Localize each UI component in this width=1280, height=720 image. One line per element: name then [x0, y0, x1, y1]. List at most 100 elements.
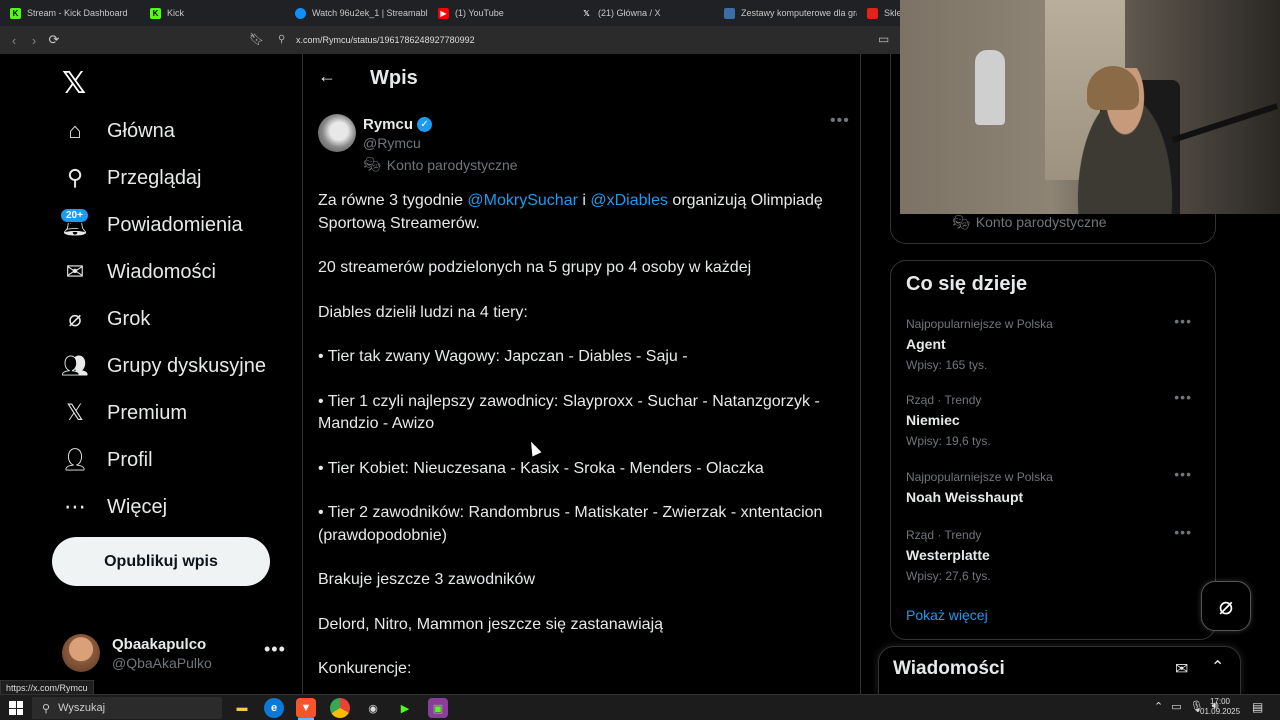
browser-tab[interactable]: ▶ (1) YouTube [428, 0, 571, 26]
sidebar-item-messages[interactable]: ✉ Wiadomości [62, 252, 216, 292]
sidebar-item-premium[interactable]: 𝕏 Premium [62, 393, 187, 433]
tweet-paragraph: Diables dzielił ludzi na 4 tiery: [318, 303, 528, 321]
mask-icon: 🎭︎ [363, 156, 381, 172]
youtube-icon: ▶ [438, 7, 449, 19]
more-dots-icon[interactable]: ••• [1174, 466, 1192, 482]
sidebar-item-grok[interactable]: ⌀ Grok [62, 299, 150, 339]
webcam-overlay [900, 0, 1280, 214]
x-logo-icon[interactable]: 𝕏 [62, 66, 86, 101]
trend-item[interactable]: Najpopularniejsze w Polska Agent Wpisy: … [906, 313, 1206, 372]
grok-icon: ⌀ [68, 306, 82, 331]
more-dots-icon[interactable]: ••• [264, 639, 286, 660]
back-arrow-icon[interactable]: ‹ [4, 30, 24, 50]
mention-link[interactable]: @MokrySuchar [467, 192, 578, 209]
taskbar-clock[interactable]: 17:00 01.09.2025 [1200, 697, 1240, 717]
tweet-paragraph: • Tier tak zwany Wagowy: Japczan - Diabl… [318, 348, 688, 365]
shop-icon [724, 7, 735, 19]
trend-item[interactable]: Rząd · Trendy Niemiec Wpisy: 19,6 tys. •… [906, 389, 1206, 448]
taskbar: ⚲ Wyszukaj ▬ e ▼ ◉ ▶ ▣ ⌃ ▭ 🎙︎ 🔊︎ 17:00 0… [0, 694, 1280, 720]
bookmark-icon[interactable]: 🔖︎ [249, 32, 264, 46]
file-explorer-icon[interactable]: ▬ [232, 698, 252, 718]
app-icon[interactable]: ▣ [428, 698, 448, 718]
grok-button[interactable]: ⌀ [1201, 581, 1251, 631]
mail-icon: ✉ [65, 259, 85, 284]
mention-link[interactable]: @xDiables [590, 192, 668, 209]
kick-icon[interactable]: ▶ [395, 698, 415, 718]
sidebar-item-home[interactable]: ⌂ Główna [62, 111, 174, 151]
trend-item[interactable]: Rząd · Trendy Westerplatte Wpisy: 27,6 t… [906, 524, 1206, 583]
picture-in-picture-icon[interactable]: ▭ [878, 32, 889, 46]
sidebar-item-profile[interactable]: 👤︎ Profil [61, 440, 153, 480]
x-icon: 𝕏 [583, 8, 590, 18]
site-info-icon[interactable]: ⚲ [278, 34, 285, 45]
sidebar-item-notifications[interactable]: 🔔︎ Powiadomienia [61, 205, 243, 245]
chevron-up-icon[interactable]: ⌃ [1211, 657, 1224, 677]
kick-icon: K [10, 7, 21, 19]
sidebar-item-more[interactable]: ⋯ Więcej [62, 487, 167, 527]
more-dots-icon[interactable]: ••• [1174, 524, 1192, 540]
url-field[interactable]: x.com/Rymcu/status/1961786248927780992 [296, 35, 475, 45]
show-more-link[interactable]: Pokaż więcej [906, 607, 988, 623]
chevron-up-icon[interactable]: ⌃ [1154, 700, 1163, 713]
forward-arrow-icon[interactable]: › [24, 30, 44, 50]
parody-label: 🎭︎ Konto parodystyczne [952, 214, 1107, 230]
tweet-paragraph: Brakuje jeszcze 3 zawodników [318, 571, 535, 588]
streamable-icon [295, 7, 306, 19]
messages-drawer[interactable]: Wiadomości ✉ ⌃ [878, 646, 1241, 694]
author-handle[interactable]: @Rymcu [363, 135, 421, 151]
page-title: Wpis [370, 67, 418, 89]
more-dots-icon[interactable]: ••• [830, 112, 850, 130]
account-switcher[interactable]: Qbaakapulco @QbaAkaPulko ••• [62, 631, 292, 675]
author-name[interactable]: Rymcu ✓ [363, 116, 433, 133]
back-arrow-icon[interactable]: ← [318, 66, 336, 87]
account-handle: @QbaAkaPulko [112, 654, 212, 671]
sidebar-item-explore[interactable]: ⚲ Przeglądaj [62, 158, 202, 198]
trends-title: Co się dzieje [906, 273, 1028, 295]
windows-start-icon[interactable] [9, 701, 23, 715]
tweet-paragraph: 20 streamerów podzielonych na 5 grupy po… [318, 259, 752, 276]
x-icon: 𝕏 [66, 400, 84, 425]
tweet-paragraph: • Tier 1 czyli najlepszy zawodnicy: Slay… [318, 392, 820, 433]
taskbar-search[interactable]: ⚲ Wyszukaj [32, 697, 222, 719]
trend-item[interactable]: Najpopularniejsze w Polska Noah Weisshau… [906, 466, 1206, 505]
trends-card: Co się dzieje Najpopularniejsze w Polska… [890, 260, 1216, 640]
browser-tab[interactable]: K Stream - Kick Dashboard [0, 0, 140, 26]
tweet-text: Za równe 3 tygodnie @MokrySuchar i @xDia… [318, 190, 843, 694]
main-column: ← Wpis Rymcu ✓ @Rymcu 🎭︎ Konto parodysty… [302, 54, 861, 694]
notifications-badge: 20+ [60, 208, 89, 223]
brave-icon[interactable]: ▼ [296, 698, 316, 718]
edge-icon[interactable]: e [264, 698, 284, 718]
messages-drawer-title: Wiadomości [893, 658, 1005, 679]
mask-icon: 🎭︎ [952, 214, 970, 230]
obs-icon[interactable]: ◉ [363, 698, 383, 718]
verified-badge-icon: ✓ [417, 117, 433, 132]
tweet-paragraph: Delord, Nitro, Mammon jeszcze się zastan… [318, 615, 664, 633]
network-icon[interactable]: ▭ [1171, 700, 1181, 713]
post-button[interactable]: Opublikuj wpis [52, 537, 270, 586]
account-name: Qbaakapulco [112, 635, 207, 653]
avatar [62, 634, 100, 672]
parody-label: 🎭︎ Konto parodystyczne [363, 156, 518, 173]
chrome-icon[interactable] [330, 698, 350, 718]
sidebar-item-communities[interactable]: 👥︎ Grupy dyskusyjne [61, 346, 266, 386]
kick-icon: K [150, 7, 161, 19]
browser-tab[interactable]: Watch 96u2ek_1 | Streamable [285, 0, 428, 26]
shop-icon [867, 7, 878, 19]
more-dots-icon[interactable]: ••• [1174, 313, 1192, 329]
notification-center-icon[interactable]: ▤ [1252, 700, 1263, 714]
tweet-paragraph: • Tier 2 zawodników: Randombrus - Matisk… [318, 504, 823, 544]
tweet-paragraph: Konkurencje: [318, 660, 412, 677]
tweet-paragraph: • Tier Kobiet: Nieuczesana - Kasix - Sro… [318, 459, 764, 477]
search-icon: ⚲ [66, 165, 84, 190]
person-icon: 👤︎ [61, 447, 89, 472]
browser-tab[interactable]: 𝕏 (21) Główna / X [571, 0, 714, 26]
browser-tab[interactable]: Zestawy komputerowe dla gra [714, 0, 857, 26]
more-dots-icon[interactable]: ••• [1174, 389, 1192, 405]
people-icon: 👥︎ [61, 353, 89, 378]
browser-tab[interactable]: K Kick [140, 0, 285, 26]
reload-icon[interactable]: ⟳ [44, 30, 64, 50]
tweet-paragraph: Za równe 3 tygodnie @MokrySuchar i @xDia… [318, 192, 823, 232]
left-sidebar: 𝕏 ⌂ Główna ⚲ Przeglądaj 🔔︎ Powiadomienia… [0, 54, 302, 694]
author-avatar[interactable] [318, 114, 356, 152]
new-message-icon[interactable]: ✉ [1175, 659, 1188, 679]
